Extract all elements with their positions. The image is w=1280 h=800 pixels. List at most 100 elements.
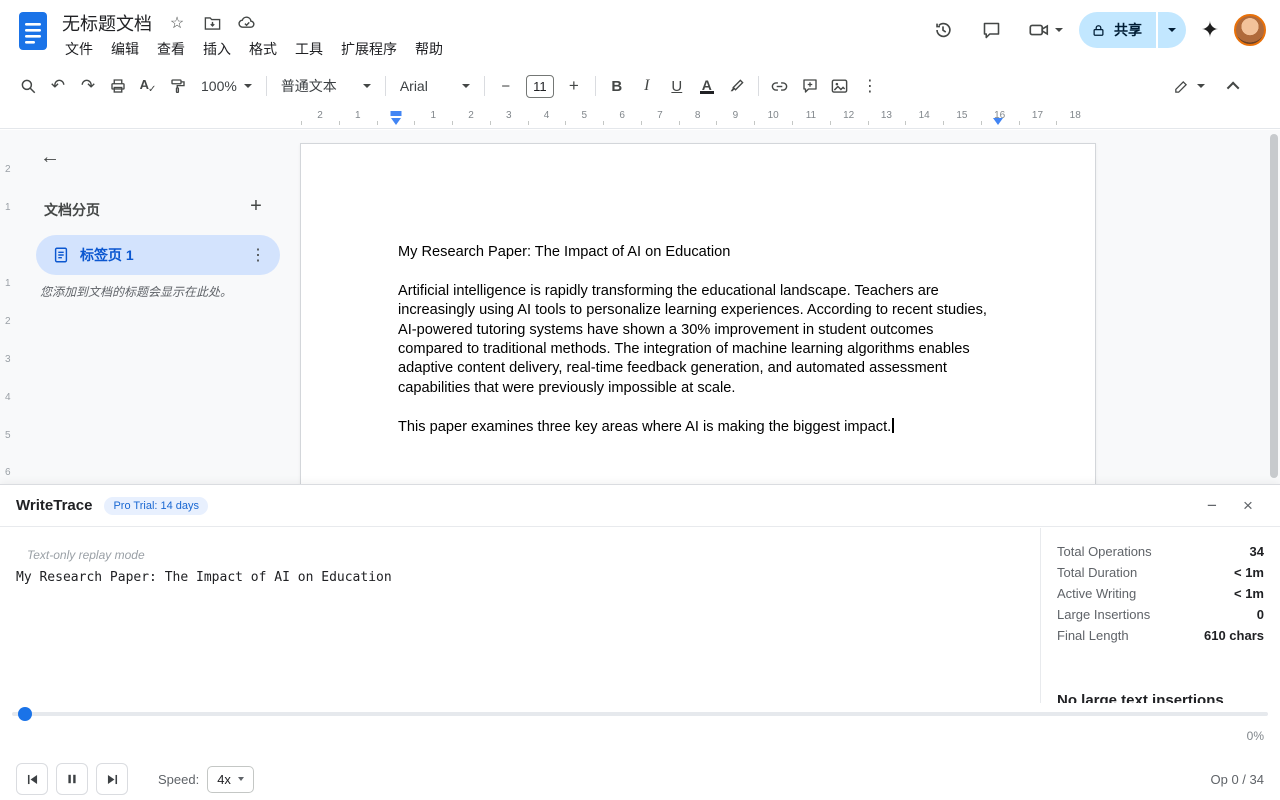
replay-mode-label: Text-only replay mode	[27, 548, 145, 562]
ruler-number: 2	[5, 164, 11, 175]
editing-mode-dropdown[interactable]	[1166, 72, 1212, 100]
ruler-number: 2	[5, 316, 11, 327]
menu-item-扩展程序[interactable]: 扩展程序	[332, 36, 406, 62]
italic-button[interactable]: I	[633, 72, 661, 100]
ruler-number: 6	[5, 467, 11, 478]
skip-to-start-button[interactable]	[16, 763, 48, 795]
add-tab-button[interactable]: +	[242, 192, 270, 220]
add-comment-button[interactable]	[796, 72, 824, 100]
back-button[interactable]: ←	[36, 143, 64, 171]
vertical-scrollbar[interactable]	[1270, 134, 1278, 478]
ruler-tick	[376, 121, 378, 125]
gemini-sparkle-icon[interactable]: ✦	[1194, 17, 1226, 43]
avatar[interactable]	[1234, 14, 1266, 46]
stat-label: Large Insertions	[1057, 607, 1151, 622]
skip-to-end-button[interactable]	[96, 763, 128, 795]
ruler-number: 1	[5, 278, 11, 289]
meet-call-button[interactable]	[1019, 10, 1071, 50]
font-size-input[interactable]: 11	[525, 74, 554, 98]
print-button[interactable]	[104, 72, 132, 100]
insert-image-button[interactable]	[826, 72, 854, 100]
pause-button[interactable]	[56, 763, 88, 795]
stats-list: Total Operations 34 Total Duration < 1m Acti…	[1057, 544, 1264, 649]
ruler-tick	[640, 121, 642, 125]
share-button[interactable]: 共享	[1079, 12, 1156, 48]
ruler-number: 8	[694, 110, 701, 121]
cloud-status-icon[interactable]	[237, 13, 257, 33]
ruler-tick	[565, 121, 567, 125]
more-options-icon[interactable]: ⋮	[856, 72, 884, 100]
toolbar: ↶ ↷ A✓ 100% 普通文本 Arial − 11 + B I U A ⋮	[0, 66, 1280, 106]
menu-item-工具[interactable]: 工具	[286, 36, 332, 62]
toolbar-divider	[757, 76, 759, 96]
writetrace-title: WriteTrace	[16, 497, 93, 514]
menu-bar: 文件 编辑 查看 插入 格式 工具 扩展程序 帮助	[56, 36, 452, 62]
doc-paragraph-closing[interactable]: This paper examines three key areas wher…	[398, 417, 994, 437]
ruler-tick	[943, 121, 945, 125]
paragraph-style-dropdown[interactable]: 普通文本	[274, 72, 378, 100]
star-icon[interactable]: ☆	[167, 13, 187, 33]
tabs-empty-hint: 您添加到文档的标题会显示在此处。	[40, 285, 233, 299]
document-page[interactable]: My Research Paper: The Impact of AI on E…	[300, 143, 1096, 484]
share-dropdown-button[interactable]	[1158, 12, 1186, 48]
left-indent-marker[interactable]	[390, 118, 401, 125]
ruler-number: 18	[1069, 110, 1081, 121]
minimize-button[interactable]: −	[1200, 494, 1224, 518]
move-folder-icon[interactable]	[202, 13, 222, 33]
chevron-up-icon	[1226, 81, 1239, 94]
ruler-number: 4	[543, 110, 550, 121]
menu-item-文件[interactable]: 文件	[56, 36, 102, 62]
menu-item-帮助[interactable]: 帮助	[406, 36, 452, 62]
bold-button[interactable]: B	[603, 72, 631, 100]
speed-select[interactable]: 4x	[207, 765, 254, 793]
document-text[interactable]: My Research Paper: The Impact of AI on E…	[398, 243, 994, 437]
replay-text: My Research Paper: The Impact of AI on E…	[16, 570, 392, 585]
menu-item-编辑[interactable]: 编辑	[102, 36, 148, 62]
version-history-icon[interactable]	[923, 10, 963, 50]
stat-value: 610 chars	[1204, 628, 1264, 643]
insert-link-button[interactable]	[766, 72, 794, 100]
ruler-number: 6	[619, 110, 625, 121]
doc-paragraph-title[interactable]: My Research Paper: The Impact of AI on E…	[398, 243, 994, 262]
ruler-tick	[1056, 121, 1058, 125]
highlight-color-button[interactable]	[723, 72, 751, 100]
hide-menus-button[interactable]	[1220, 72, 1248, 100]
undo-button[interactable]: ↶	[44, 72, 72, 100]
spellcheck-button[interactable]: A✓	[134, 72, 162, 100]
decrease-font-size-button[interactable]: −	[492, 72, 520, 100]
font-dropdown[interactable]: Arial	[393, 72, 477, 100]
tab-menu-icon[interactable]: ⋮	[246, 243, 270, 267]
sidebar-item-tab1[interactable]: 标签页 1 ⋮	[36, 235, 280, 275]
paint-format-button[interactable]	[164, 72, 192, 100]
doc-title-row: 无标题文档 ☆	[62, 11, 257, 35]
pencil-icon	[1175, 80, 1188, 93]
toolbar-right	[1166, 72, 1266, 100]
horizontal-ruler[interactable]: 2 1 1 2 3 4 5 6 7 8 9 10 11 12 13 14 15 16 17 18	[0, 106, 1280, 129]
docs-logo-icon[interactable]	[18, 11, 48, 51]
screen: 无标题文档 ☆ 文件 编辑 查看 插入 格式 工具 扩展程序 帮助 共享 ✦ ↶…	[0, 0, 1280, 800]
ruler-number: 13	[880, 110, 892, 121]
stats-panel: Total Operations 34 Total Duration < 1m Acti…	[1040, 528, 1280, 703]
chevron-down-icon	[243, 84, 252, 88]
ruler-tick	[754, 121, 756, 125]
menu-item-插入[interactable]: 插入	[194, 36, 240, 62]
ruler-number: 7	[657, 110, 663, 121]
underline-button[interactable]: U	[663, 72, 691, 100]
progress-slider[interactable]	[12, 707, 1268, 721]
slider-thumb[interactable]	[18, 707, 32, 721]
stat-value: 0	[1256, 607, 1264, 622]
zoom-dropdown[interactable]: 100%	[194, 72, 259, 100]
increase-font-size-button[interactable]: +	[560, 72, 588, 100]
menu-item-查看[interactable]: 查看	[148, 36, 194, 62]
first-line-indent-marker[interactable]	[390, 111, 401, 116]
ruler-tick	[905, 121, 907, 125]
close-button[interactable]: ×	[1236, 494, 1260, 518]
menu-item-格式[interactable]: 格式	[240, 36, 286, 62]
doc-title[interactable]: 无标题文档	[62, 10, 152, 36]
text-color-button[interactable]: A	[693, 72, 721, 100]
comments-icon[interactable]	[971, 10, 1011, 50]
doc-paragraph-body[interactable]: Artificial intelligence is rapidly trans…	[398, 282, 994, 398]
stat-value: < 1m	[1234, 586, 1264, 601]
search-icon[interactable]	[14, 72, 42, 100]
redo-button[interactable]: ↷	[74, 72, 102, 100]
